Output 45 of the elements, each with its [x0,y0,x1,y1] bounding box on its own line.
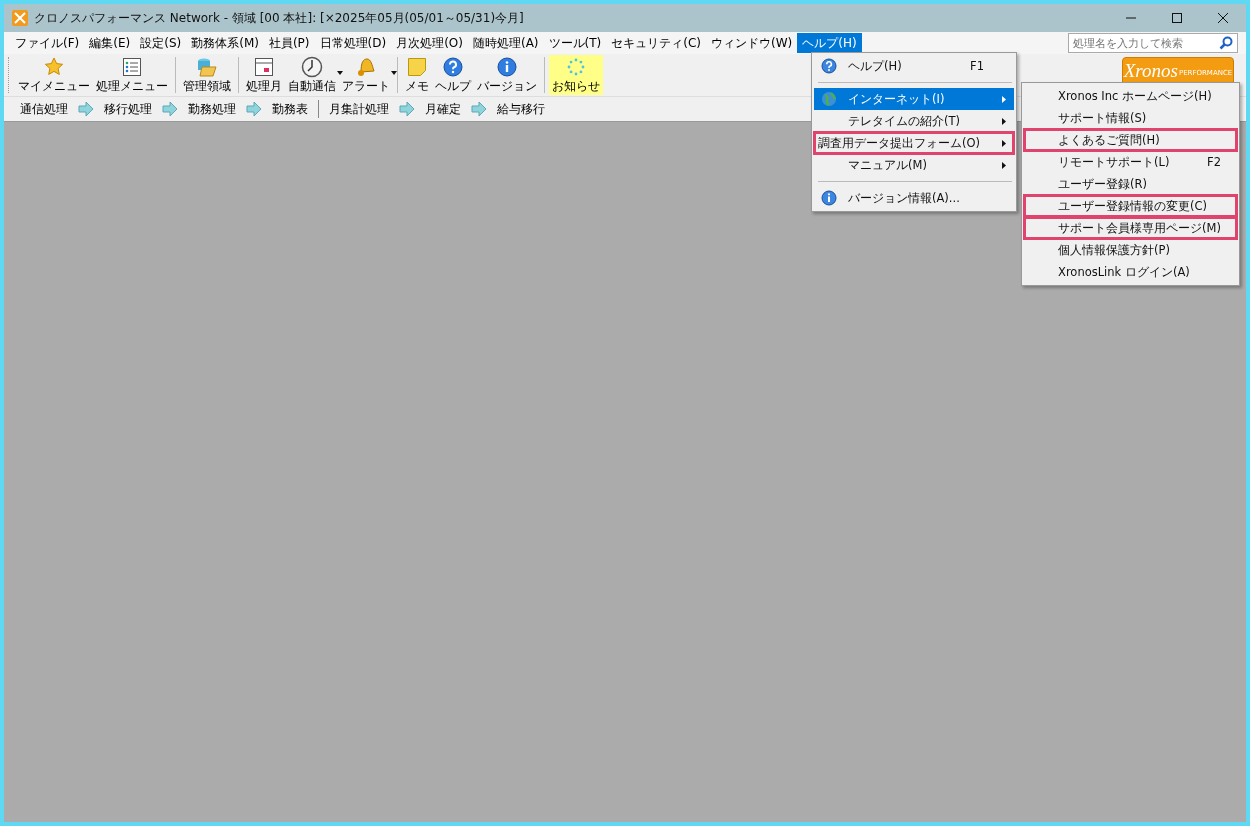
menu-entry[interactable]: リモートサポート(L) F2 [1024,151,1237,173]
menu-item[interactable]: ヘルプ(H) [797,33,862,53]
menu-entry[interactable]: インターネット(I) [814,88,1014,110]
menu-entry[interactable]: XronosLink ログイン(A) [1024,261,1237,283]
toolbar-button[interactable]: アラート [339,55,393,95]
menu-item[interactable]: 勤務体系(M) [186,33,264,53]
menu-entry[interactable]: マニュアル(M) [814,154,1014,176]
menu-entry[interactable]: 調査用データ提出フォーム(O) [814,132,1014,154]
menu-item[interactable]: ウィンドウ(W) [706,33,798,53]
menu-entry[interactable]: ヘルプ(H) F1 [814,55,1014,77]
toolbar-button[interactable]: バージョン [474,55,540,95]
menu-item[interactable]: ファイル(F) [10,33,85,53]
toolbar-button[interactable]: 管理領域 [180,55,234,95]
menu-entry[interactable]: バージョン情報(A)... [814,187,1014,209]
menu-item[interactable]: 社員(P) [263,33,315,53]
menu-item[interactable]: ツール(T) [543,33,607,53]
toolbar-button[interactable]: 処理月 [243,55,285,95]
menu-entry[interactable]: サポート会員様専用ページ(M) [1024,217,1237,239]
toolbar-button[interactable]: 自動通信 [285,55,339,95]
toolbar-button[interactable]: お知らせ [549,55,603,95]
menu-item[interactable]: 設定(S) [135,33,187,53]
window-title: クロノスパフォーマンス Network - 領域 [00 本社]: [×2025年05月(05/01～05/31)今月] [34,9,524,27]
workflow-step[interactable]: 月集計処理 [327,101,391,117]
menu-entry[interactable]: 個人情報保護方針(P) [1024,239,1237,261]
menu-entry[interactable]: よくあるご質問(H) [1024,129,1237,151]
workflow-step[interactable]: 移行処理 [102,101,154,117]
workflow-step[interactable]: 通信処理 [18,101,70,117]
menu-entry[interactable]: サポート情報(S) [1024,107,1237,129]
menu-item[interactable]: 編集(E) [84,33,136,53]
toolbar-button[interactable]: マイメニュー [15,55,93,95]
menu-item[interactable]: 月次処理(O) [391,33,468,53]
workflow-step[interactable]: 月確定 [423,101,463,117]
menu-item[interactable]: 日常処理(D) [314,33,392,53]
menu-item[interactable]: セキュリティ(C) [606,33,706,53]
menu-entry[interactable]: テレタイムの紹介(T) [814,110,1014,132]
workflow-step[interactable]: 給与移行 [495,101,547,117]
workflow-step[interactable]: 勤務処理 [186,101,238,117]
search-field[interactable]: 処理名を入力して検索 [1068,33,1238,53]
menu-entry[interactable]: ユーザー登録情報の変更(C) [1024,195,1237,217]
toolbar-button[interactable]: メモ [402,55,432,95]
workflow-step[interactable]: 勤務表 [270,101,310,117]
menu-entry[interactable]: ユーザー登録(R) [1024,173,1237,195]
toolbar-button[interactable]: 処理メニュー [93,55,171,95]
menu-item[interactable]: 随時処理(A) [467,33,544,53]
toolbar-button[interactable]: ヘルプ [432,55,474,95]
